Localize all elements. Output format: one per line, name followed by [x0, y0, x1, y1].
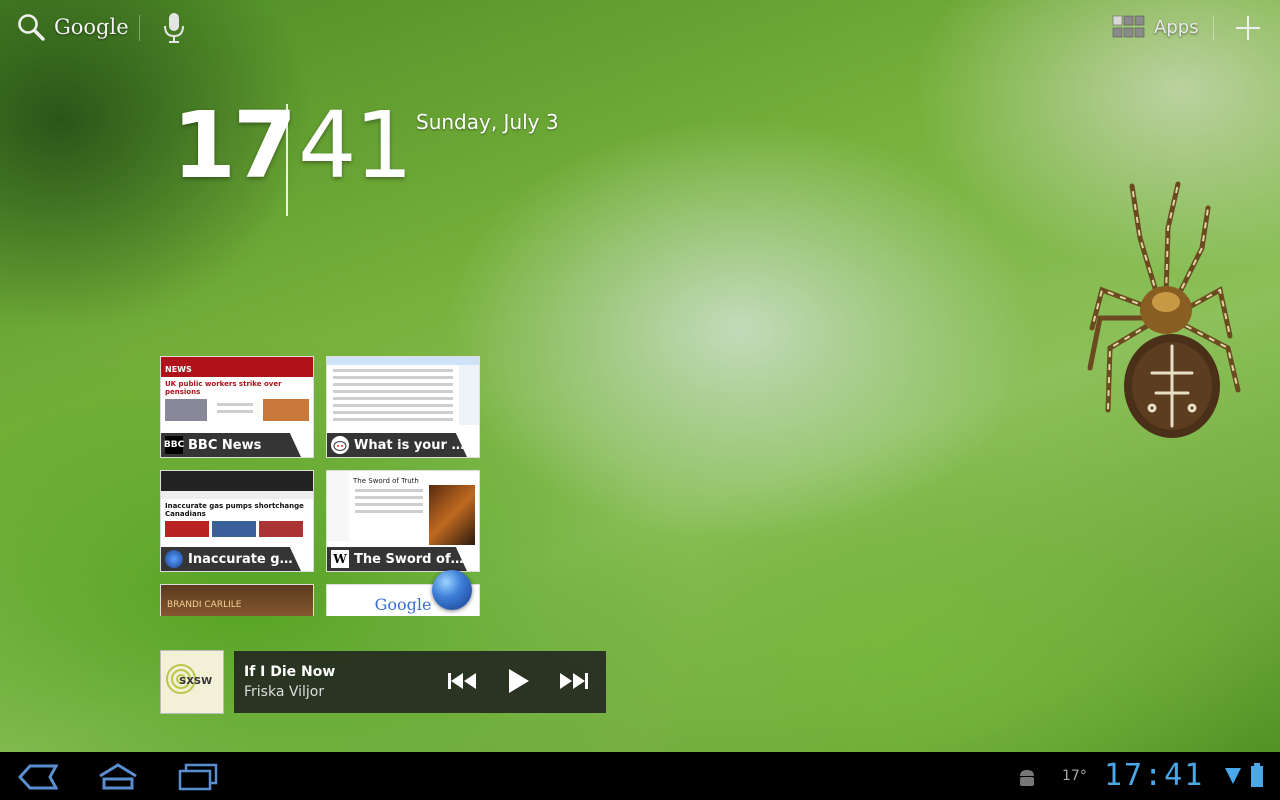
bookmark-bbc-news[interactable]: NEWS UK public workers strike over pensi…	[160, 356, 314, 458]
bbc-header: NEWS	[161, 357, 313, 377]
bookmark-cbc-news[interactable]: Inaccurate gas pumps shortchange Canadia…	[160, 470, 314, 572]
voice-search-button[interactable]	[162, 12, 186, 48]
search-label: Google	[54, 15, 129, 39]
spider-wallpaper-image	[1087, 181, 1241, 438]
microphone-icon	[164, 13, 184, 43]
apps-divider	[1213, 15, 1214, 41]
bookmark-title: BBC News	[188, 437, 262, 453]
clock-minute: 41	[298, 92, 413, 199]
top-bar: Google Apps	[0, 0, 1280, 56]
bookmark-caption: BBC BBC News	[161, 433, 301, 457]
bookmark-wikipedia[interactable]: The Sword of Truth W The Sword of T...	[326, 470, 480, 572]
home-button[interactable]	[96, 762, 140, 796]
album-tag: SXSW	[179, 676, 213, 687]
cbc-headline: Inaccurate gas pumps shortchange Canadia…	[165, 502, 304, 518]
play-button[interactable]	[504, 667, 532, 699]
search-divider	[139, 15, 140, 41]
system-bar	[0, 752, 1280, 800]
bookmark-caption: W The Sword of T...	[327, 547, 467, 571]
recent-apps-button[interactable]	[176, 762, 220, 796]
music-player: If I Die Now Friska Viljor	[234, 651, 606, 713]
back-button[interactable]	[16, 762, 59, 796]
play-icon	[509, 669, 529, 693]
clock-hour: 17	[172, 92, 297, 199]
previous-track-button[interactable]	[446, 667, 478, 699]
back-arrow-icon	[17, 764, 59, 790]
wikipedia-w-icon: W	[331, 550, 349, 568]
next-track-button[interactable]	[558, 667, 590, 699]
bookmark-title: Inaccurate gas...	[188, 551, 301, 567]
home-icon	[99, 763, 137, 790]
status-time: 17:41	[1104, 758, 1205, 793]
clock-separator	[286, 104, 288, 216]
recent-apps-icon	[178, 763, 218, 791]
bookmark-partial-left[interactable]: BRANDI CARLILE	[160, 584, 314, 616]
apps-label: Apps	[1154, 16, 1199, 38]
bookmark-reddit[interactable]: What is your fa...	[326, 356, 480, 458]
browser-globe-icon	[432, 570, 472, 610]
android-debug-icon	[1020, 770, 1034, 786]
apps-grid-icon	[1112, 15, 1145, 38]
album-art[interactable]: SXSW	[160, 650, 224, 714]
skip-previous-icon	[448, 673, 476, 689]
bookmark-caption: Inaccurate gas...	[161, 547, 301, 571]
track-artist: Friska Viljor	[244, 684, 325, 700]
track-title: If I Die Now	[244, 664, 336, 680]
search-icon	[18, 14, 45, 41]
apps-button[interactable]: Apps	[1112, 14, 1199, 40]
bookmark-title: What is your fa...	[354, 437, 467, 453]
bookmark-title: The Sword of T...	[354, 551, 467, 567]
bbc-favicon-icon: BBC	[164, 436, 184, 454]
google-search-button[interactable]: Google	[16, 12, 129, 42]
reddit-alien-icon	[331, 436, 349, 454]
bookmarks-widget[interactable]: NEWS UK public workers strike over pensi…	[160, 356, 482, 616]
status-temperature: 17°	[1062, 768, 1087, 784]
bookmark-caption: What is your fa...	[327, 433, 467, 457]
skip-next-icon	[560, 673, 588, 689]
clock-date: Sunday, July 3	[416, 110, 559, 134]
wiki-article-title: The Sword of Truth	[353, 477, 419, 485]
add-to-home-button[interactable]	[1234, 14, 1262, 46]
plus-icon	[1236, 16, 1260, 40]
wifi-signal-icon	[1225, 768, 1241, 784]
bbc-headline: UK public workers strike over pensions	[165, 380, 282, 396]
battery-icon	[1251, 763, 1263, 787]
globe-favicon-icon	[165, 550, 183, 568]
